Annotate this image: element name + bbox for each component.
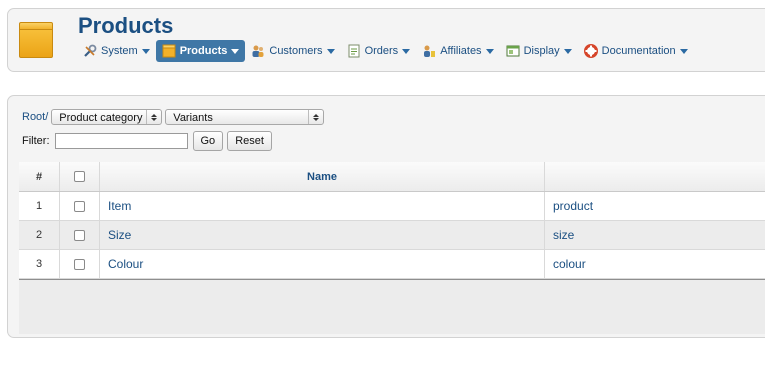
table-row[interactable]: 3 Colour colour <box>19 250 765 279</box>
menu-display[interactable]: Display <box>500 40 578 62</box>
chevron-down-icon <box>485 48 494 54</box>
row-number: 3 <box>19 250 60 278</box>
products-box-icon <box>19 22 53 58</box>
row-name-link[interactable]: Colour <box>100 250 545 278</box>
table-row[interactable]: 2 Size size <box>19 221 765 250</box>
breadcrumb: Root/ Product category Variants <box>22 109 327 125</box>
go-button[interactable]: Go <box>192 131 224 151</box>
content-panel: Root/ Product category Variants Filter: … <box>7 95 765 338</box>
wrench-icon <box>83 44 97 58</box>
row-name-link[interactable]: Item <box>100 192 545 220</box>
menu-affiliates[interactable]: Affiliates <box>416 40 499 62</box>
row-name-link[interactable]: Size <box>100 221 545 249</box>
breadcrumb-root-link[interactable]: Root/ <box>22 111 48 123</box>
menu-orders[interactable]: Orders <box>341 40 417 62</box>
variants-table: # Name 1 Item product 2 Size size 3 Colo… <box>19 162 765 334</box>
select-all-checkbox[interactable] <box>74 171 85 182</box>
column-header-select-all <box>60 162 100 191</box>
select-arrows-icon <box>146 110 161 124</box>
chevron-down-icon <box>231 48 240 54</box>
menu-orders-label: Orders <box>364 45 399 57</box>
row-number: 2 <box>19 221 60 249</box>
lifebuoy-icon <box>583 44 598 58</box>
chevron-down-icon <box>679 48 688 54</box>
customers-icon <box>251 44 265 58</box>
row-slug-link[interactable]: colour <box>545 250 765 278</box>
row-select-cell <box>60 250 100 278</box>
column-header-slug[interactable] <box>545 162 765 191</box>
row-checkbox[interactable] <box>74 200 85 212</box>
row-checkbox[interactable] <box>74 229 85 241</box>
page-title: Products <box>78 13 174 38</box>
box-icon <box>162 44 176 58</box>
menu-products-label: Products <box>179 45 228 57</box>
orders-icon <box>347 44 361 58</box>
menu-documentation-label: Documentation <box>601 45 676 57</box>
row-slug-link[interactable]: size <box>545 221 765 249</box>
product-category-select[interactable]: Product category <box>51 109 163 125</box>
display-icon <box>506 44 520 58</box>
menu-documentation[interactable]: Documentation <box>578 40 694 62</box>
table-row[interactable]: 1 Item product <box>19 192 765 221</box>
chevron-down-icon <box>563 48 572 54</box>
main-menu: System Products Customers Orders Affilia… <box>77 40 694 62</box>
variant-select[interactable]: Variants <box>165 109 325 125</box>
chevron-down-icon <box>141 48 150 54</box>
table-empty-area <box>19 280 765 334</box>
row-checkbox[interactable] <box>74 258 85 270</box>
row-number: 1 <box>19 192 60 220</box>
menu-products[interactable]: Products <box>155 40 246 62</box>
menu-affiliates-label: Affiliates <box>440 45 482 57</box>
menu-customers[interactable]: Customers <box>245 40 340 62</box>
menu-customers-label: Customers <box>269 45 323 57</box>
reset-button[interactable]: Reset <box>227 131 272 151</box>
variant-select-value: Variants <box>173 112 213 124</box>
filter-label: Filter: <box>22 135 50 147</box>
product-category-select-value: Product category <box>59 112 143 124</box>
chevron-down-icon <box>326 48 335 54</box>
select-arrows-icon <box>308 110 323 124</box>
filter-row: Filter: Go Reset <box>22 131 276 151</box>
row-select-cell <box>60 192 100 220</box>
row-slug-link[interactable]: product <box>545 192 765 220</box>
affiliates-icon <box>422 44 436 58</box>
row-select-cell <box>60 221 100 249</box>
menu-display-label: Display <box>523 45 560 57</box>
menu-system-label: System <box>101 45 138 57</box>
filter-input[interactable] <box>54 133 188 149</box>
table-header-row: # Name <box>19 162 765 192</box>
chevron-down-icon <box>402 48 411 54</box>
column-header-number[interactable]: # <box>19 162 60 191</box>
menu-system[interactable]: System <box>77 40 156 62</box>
column-header-name[interactable]: Name <box>100 162 545 191</box>
